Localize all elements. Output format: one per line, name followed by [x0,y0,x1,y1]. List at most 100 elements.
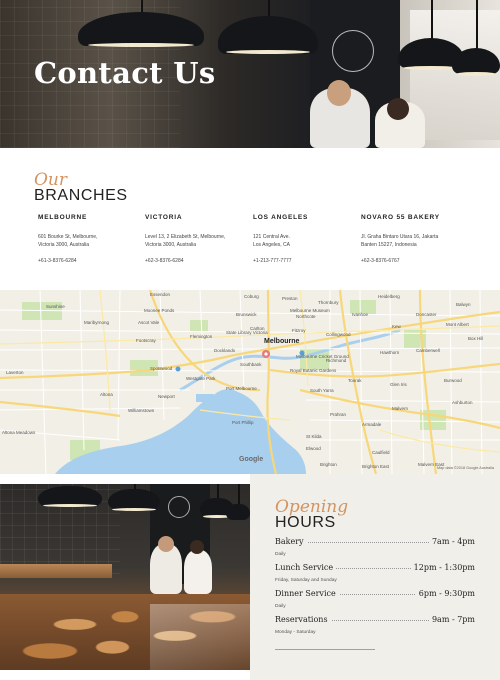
branch-phone[interactable]: +62-3-8376-6284 [145,258,245,264]
branch-phone[interactable]: +61-3-8376-6284 [38,258,138,264]
map-label: Spotswood [150,366,173,371]
branch-los-angeles: LOS ANGELES 121 Central Ave. Los Angeles… [253,214,353,264]
service-time: 6pm - 9:30pm [415,589,475,598]
branch-address-line: Jl. Graha Bintaro Utara 16, Jakarta [361,234,439,240]
staff-person [184,550,212,594]
map-label: Brighton East [362,464,390,469]
poi-marker [175,366,181,372]
pendant-lamp [218,0,318,56]
map-label: Moonee Ponds [144,308,175,313]
map-label: Heidelberg [378,294,400,299]
google-logo: Google [239,456,264,463]
map-label: Northcote [296,314,316,319]
map-credit[interactable]: Map data ©2018 Google Australia [437,466,494,470]
service-time: 7am - 4pm [428,537,475,546]
branch-address-line: Banten 15227, Indonesia [361,242,417,248]
branches-section: Our BRANCHES MELBOURNE 601 Bourke St, Me… [0,148,500,290]
map-label: Flemington [190,334,213,339]
staff-head [327,80,351,106]
branch-melbourne: MELBOURNE 601 Bourke St, Melbourne, Vict… [38,214,138,264]
pendant-lamp [226,484,250,524]
map-label: Elwood [306,446,321,451]
service-time: 12pm - 1:30pm [410,563,475,572]
map-label: Ashburton [452,400,473,405]
pendant-lamp [108,484,160,512]
map-label: Malvern [392,406,409,411]
map-label: St Kilda [306,434,322,439]
map-label: Doncaster [416,312,437,317]
cafe-logo-sign [332,30,374,72]
pendant-lamp [452,0,500,80]
branch-address: Level 13, 2 Elizabeth St, Melbourne, Vic… [145,233,245,249]
map-label: Thornbury [318,300,339,305]
pendant-lamp [38,484,102,508]
map-label: Ivanhoe [352,312,369,317]
hours-row: Dinner Service 6pm - 9:30pm Daily [275,589,475,609]
branch-victoria: VICTORIA Level 13, 2 Elizabeth St, Melbo… [145,214,245,264]
map-label: Essendon [150,292,171,297]
staff-head [190,540,204,554]
map-label: Caulfield [372,450,390,455]
map-label: Richmond [326,358,347,363]
service-name: Reservations [275,615,331,624]
map-label: Altona Meadows [2,430,36,435]
map-label: Westgate Park [186,376,216,381]
hours-heading-caps: HOURS [275,514,336,531]
map-label: Coburg [244,294,259,299]
map-label: State Library Victoria [226,330,268,335]
map-label: Toorak [348,378,362,383]
map-label: Sunshine [46,304,65,309]
hours-heading: Opening HOURS [275,499,348,531]
map-canvas[interactable] [0,290,500,474]
pastry-shelf [0,564,112,578]
branch-name: NOVARO 55 BAKERY [361,214,440,221]
branch-phone[interactable]: +62-3-8376-6767 [361,258,481,264]
accent-divider [275,649,375,650]
map-label: Camberwell [416,348,440,353]
map-label: Royal Botanic Gardens [290,368,337,373]
branch-address: 601 Bourke St, Melbourne, Victoria 3000,… [38,233,138,249]
branch-address-line: Victoria 3000, Australia [145,242,197,248]
docks-water [196,394,214,402]
map-label: Hawthorn [380,350,400,355]
map-label: Mont Albert [446,322,469,327]
map-label: Box Hill [468,336,484,341]
branch-name: LOS ANGELES [253,214,309,221]
branches-heading-script: Our [34,170,68,190]
map-label: Armadale [362,422,382,427]
service-days: Daily [275,604,286,609]
map-label: Fitzroy [292,328,306,333]
map-label: Burwood [444,378,462,383]
park-area [190,320,208,332]
map-label: Altona [100,392,113,397]
map-label: Newport [158,394,175,399]
hours-row: Lunch Service 12pm - 1:30pm Friday, Satu… [275,563,475,583]
map-label: Balwyn [456,302,471,307]
map-label: Williamstown [128,408,155,413]
bakery-photo [0,484,250,670]
hero-banner: Contact Us [0,0,500,148]
branch-address-line: Los Angeles, CA [253,242,290,248]
map-label: Kew [392,324,401,329]
map-label: Maribyrnong [84,320,110,325]
branch-address: Jl. Graha Bintaro Utara 16, Jakarta Bant… [361,233,481,249]
map-label: Melbourne Museum [290,308,330,313]
glass-case [150,604,250,670]
map-label: Laverton [6,370,24,375]
branch-address-line: 121 Central Ave. [253,234,290,240]
branch-address-line: 601 Bourke St, Melbourne, [38,234,98,240]
map-label: Port Phillip [232,420,254,425]
map-label: Port Melbourne [226,386,257,391]
branch-address-line: Level 13, 2 Elizabeth St, Melbourne, [145,234,226,240]
map-label: Glen Iris [390,382,407,387]
branch-address-line: Victoria 3000, Australia [38,242,90,248]
staff-head [387,98,409,120]
branch-name: VICTORIA [145,214,183,221]
branch-phone[interactable]: +1-213-777-7777 [253,258,353,264]
map-label: Brunswick [236,312,257,317]
google-map[interactable]: Sunshine Essendon Moonee Ponds Coburg Pr… [0,290,500,474]
pendant-lamp [78,0,204,48]
cafe-logo-sign [168,496,190,518]
staff-head [158,536,174,552]
service-days: Monday - Saturday [275,630,316,635]
